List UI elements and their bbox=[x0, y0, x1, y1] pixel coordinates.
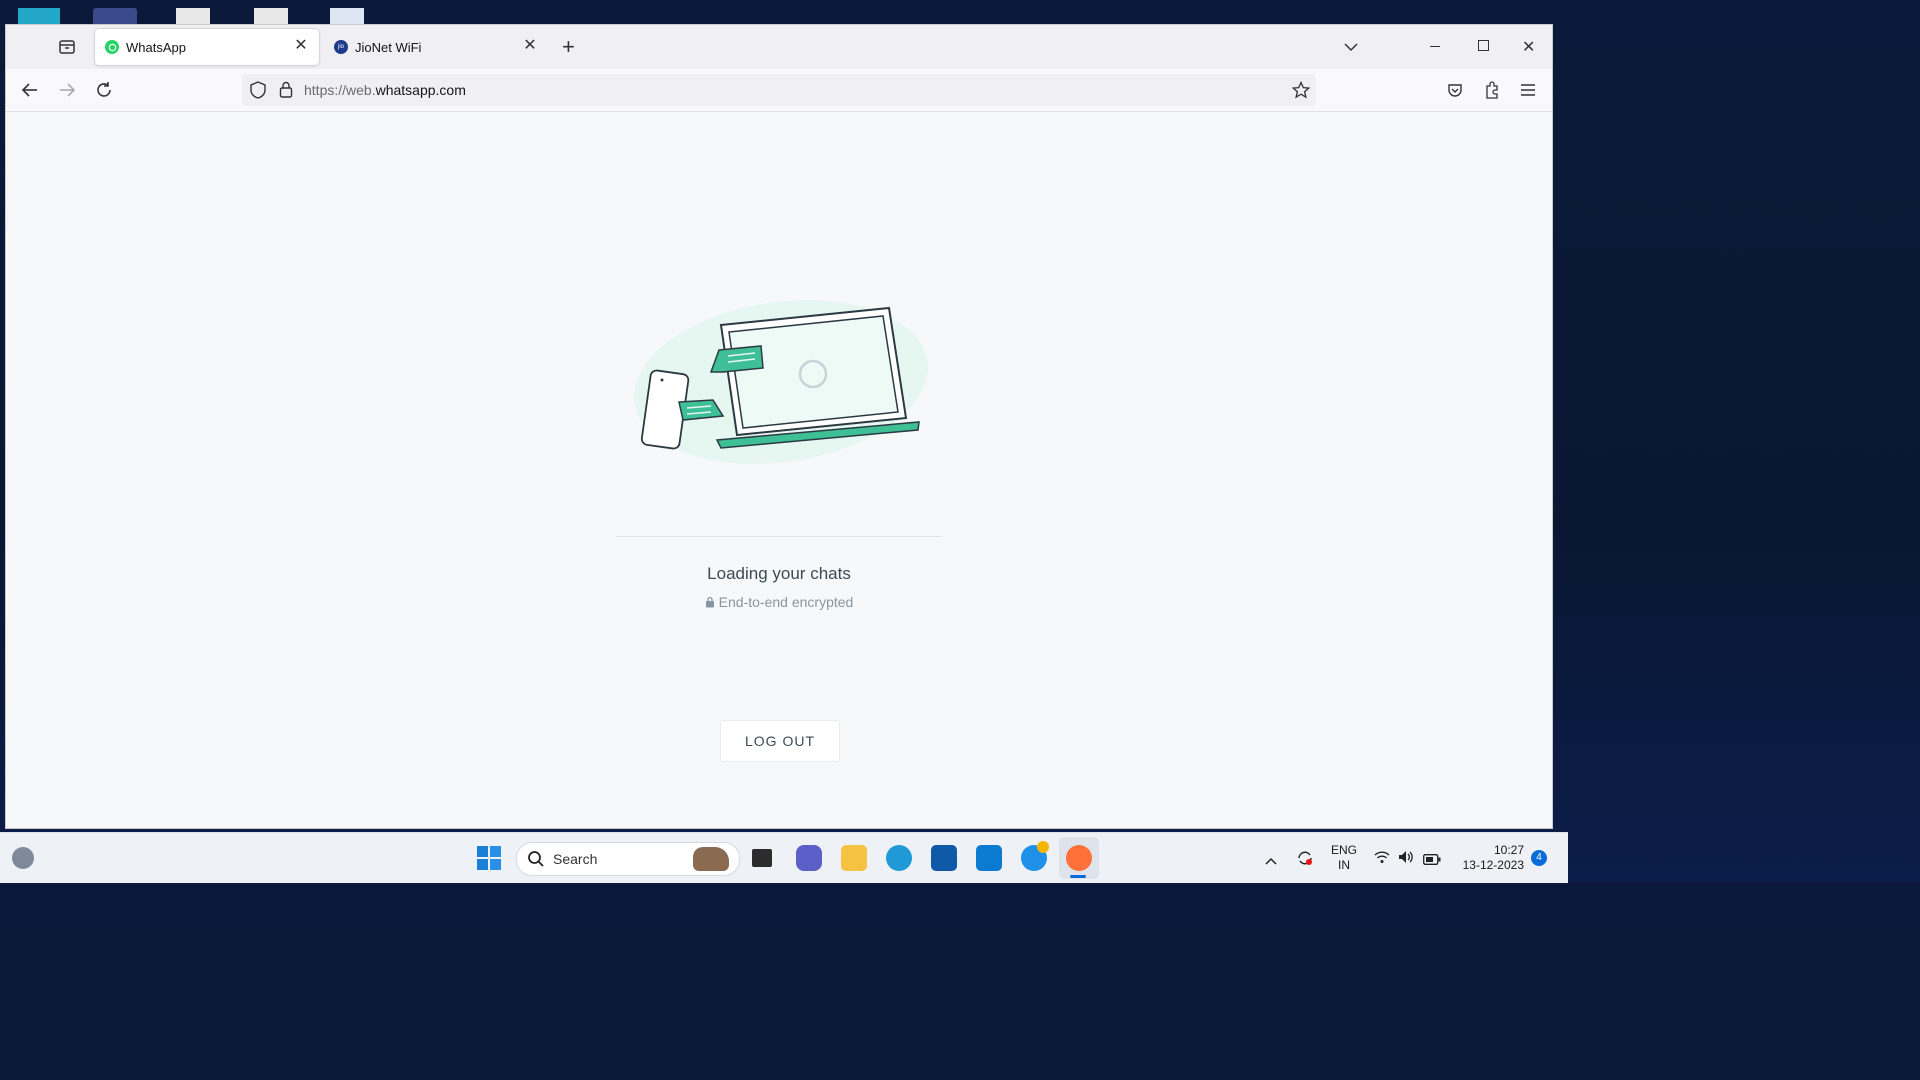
back-icon[interactable] bbox=[19, 79, 41, 101]
forward-icon[interactable] bbox=[56, 79, 78, 101]
encryption-text: End-to-end encrypted bbox=[718, 594, 854, 610]
desktop-icon-folder[interactable] bbox=[18, 8, 60, 26]
volume-icon[interactable] bbox=[1398, 850, 1414, 869]
whatsapp-loading-screen: Loading your chats End-to-end encrypted … bbox=[6, 112, 1552, 828]
desktop-icon-file[interactable] bbox=[176, 8, 210, 26]
file-explorer-icon[interactable] bbox=[841, 845, 867, 871]
notification-count-badge[interactable]: 4 bbox=[1531, 850, 1547, 866]
loading-title: Loading your chats bbox=[707, 564, 851, 583]
jio-icon: jio bbox=[334, 40, 348, 54]
url-domain: whatsapp.com bbox=[375, 82, 466, 98]
notification-dot-icon bbox=[1037, 841, 1049, 853]
active-app-indicator bbox=[1070, 875, 1086, 878]
task-view-icon[interactable] bbox=[752, 849, 772, 867]
desktop-icon-document[interactable] bbox=[330, 8, 364, 26]
browser-window: WhatsApp ✕ jio JioNet WiFi ✕ + ✕ https:/… bbox=[6, 25, 1552, 828]
taskbar: Search ENG IN 10:27 13-12-2023 4 bbox=[0, 832, 1568, 883]
whatsapp-icon bbox=[105, 40, 119, 54]
language-line2: IN bbox=[1338, 858, 1350, 872]
tab-label: JioNet WiFi bbox=[355, 39, 422, 55]
lock-icon bbox=[705, 596, 714, 608]
start-windows-icon[interactable] bbox=[477, 846, 501, 875]
clock-time: 10:27 bbox=[1493, 843, 1524, 857]
close-window-icon[interactable]: ✕ bbox=[1522, 37, 1535, 57]
new-tab-icon[interactable]: + bbox=[562, 36, 575, 58]
language-line1: ENG bbox=[1330, 843, 1357, 857]
navigation-toolbar: https://web.whatsapp.com bbox=[6, 69, 1552, 112]
taskbar-search[interactable]: Search bbox=[516, 842, 740, 876]
clock[interactable]: 10:27 13-12-2023 bbox=[1452, 843, 1524, 873]
maximize-icon[interactable] bbox=[1478, 40, 1489, 51]
show-hidden-icons-icon[interactable] bbox=[1265, 852, 1277, 870]
battery-icon[interactable] bbox=[1423, 852, 1441, 870]
url-text[interactable]: https://web.whatsapp.com bbox=[304, 82, 466, 98]
wifi-icon[interactable] bbox=[1374, 850, 1390, 869]
lock-icon[interactable] bbox=[279, 81, 293, 103]
close-tab-icon[interactable]: ✕ bbox=[293, 38, 309, 54]
firefox-view-icon[interactable] bbox=[58, 38, 76, 56]
search-icon bbox=[528, 851, 544, 867]
tracking-protection-shield-icon[interactable] bbox=[250, 81, 266, 104]
reload-icon[interactable] bbox=[93, 79, 115, 101]
devices-illustration bbox=[634, 300, 928, 464]
tab-bar: WhatsApp ✕ jio JioNet WiFi ✕ + ✕ bbox=[6, 25, 1552, 69]
widgets-weather-icon[interactable] bbox=[12, 847, 34, 869]
list-all-tabs-icon[interactable] bbox=[1344, 39, 1358, 57]
search-placeholder: Search bbox=[553, 851, 598, 867]
teams-chat-icon[interactable] bbox=[796, 845, 822, 871]
tab-whatsapp[interactable]: WhatsApp ✕ bbox=[95, 29, 319, 65]
myhp-icon[interactable] bbox=[976, 845, 1002, 871]
firefox-icon[interactable] bbox=[1066, 845, 1092, 871]
desktop-icon-file[interactable] bbox=[254, 8, 288, 26]
address-bar[interactable]: https://web.whatsapp.com bbox=[242, 74, 1316, 106]
encryption-note: End-to-end encrypted bbox=[6, 594, 1552, 610]
url-prefix: https://web. bbox=[304, 82, 376, 98]
tab-jionet-wifi[interactable]: jio JioNet WiFi ✕ bbox=[324, 29, 548, 65]
progress-divider bbox=[616, 536, 942, 537]
close-tab-icon[interactable]: ✕ bbox=[522, 38, 538, 54]
tab-label: WhatsApp bbox=[126, 39, 186, 55]
menu-hamburger-icon[interactable] bbox=[1517, 79, 1539, 101]
logout-button[interactable]: LOG OUT bbox=[720, 720, 840, 762]
language-indicator[interactable]: ENG IN bbox=[1328, 843, 1360, 873]
microsoft-store-icon[interactable] bbox=[931, 845, 957, 871]
sync-icon[interactable] bbox=[1296, 849, 1314, 872]
extensions-icon[interactable] bbox=[1481, 79, 1503, 101]
search-highlight-image bbox=[693, 847, 729, 871]
bookmark-star-icon[interactable] bbox=[1291, 80, 1311, 104]
edge-icon[interactable] bbox=[886, 845, 912, 871]
desktop-icon-dev[interactable] bbox=[93, 8, 137, 26]
pocket-icon[interactable] bbox=[1444, 79, 1466, 101]
minimize-icon[interactable] bbox=[1430, 46, 1440, 47]
clock-date: 13-12-2023 bbox=[1462, 858, 1524, 872]
